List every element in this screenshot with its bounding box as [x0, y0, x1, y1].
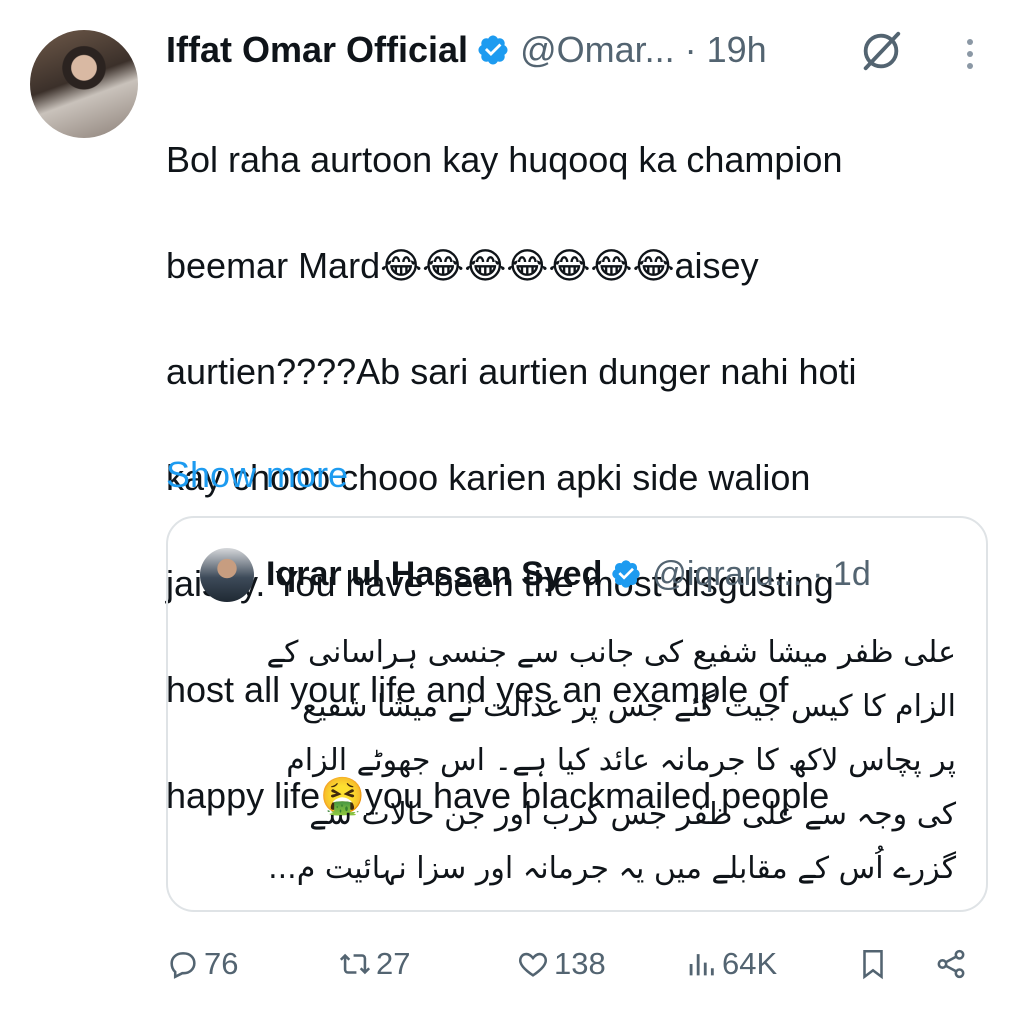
quoted-author-avatar: [200, 548, 254, 602]
like-count: 138: [554, 946, 606, 981]
views-count: 64K: [722, 946, 778, 981]
bookmark-button[interactable]: [856, 940, 890, 988]
views-button[interactable]: 64K: [684, 940, 777, 988]
quoted-text-line: کی وجہ سے علی ظفر جس کرب اور جن حالات سے: [309, 797, 956, 832]
share-icon: [937, 949, 965, 979]
tweet-text-line: beemar Mard😂😂😂😂😂😂😂aisey: [166, 245, 759, 286]
action-bar: 76 27 138 64K: [166, 940, 986, 988]
verified-badge-icon: [612, 560, 641, 588]
verified-badge-icon: [478, 35, 508, 65]
author-name[interactable]: Iffat Omar Official: [166, 29, 468, 71]
repost-button[interactable]: 27: [338, 940, 410, 988]
reply-count: 76: [204, 946, 239, 981]
quoted-text-line: گزرے اُس کے مقابلے میں یہ جرمانہ اور سزا…: [268, 851, 956, 886]
tweet-text-line: aurtien????Ab sari aurtien dunger nahi h…: [166, 351, 857, 392]
reply-icon: [170, 952, 196, 979]
show-more-link[interactable]: Show more: [166, 448, 348, 501]
quoted-text-line: علی ظفر میشا شفیع کی جانب سے جنسی ہراسان…: [266, 635, 956, 670]
tweet-text-line: Bol raha aurtoon kay huqooq ka champion: [166, 139, 843, 180]
quoted-text-line: الزام کا کیس جیت گئے جس پر عدالت نے میشا…: [302, 689, 956, 724]
quoted-author-name: Iqrar ul Hassan Syed: [266, 554, 603, 593]
reply-button[interactable]: 76: [166, 940, 238, 988]
bookmark-icon: [863, 949, 883, 980]
quoted-tweet-time: · 1d: [812, 554, 871, 593]
quoted-text-line: پر پچاس لاکھ کا جرمانہ عائد کیا ہے۔ اس ج…: [286, 743, 956, 778]
tweet-time[interactable]: · 19h: [685, 29, 767, 71]
author-handle[interactable]: @Omar...: [520, 29, 675, 71]
quoted-tweet-header: Iqrar ul Hassan Syed @iqraru... · 1d: [266, 546, 871, 602]
quoted-author-handle: @iqraru...: [652, 554, 803, 593]
grok-icon[interactable]: [858, 28, 904, 74]
share-button[interactable]: [934, 940, 968, 988]
quoted-tweet-text: علی ظفر میشا شفیع کی جانب سے جنسی ہراسان…: [196, 626, 956, 896]
repost-count: 27: [376, 946, 411, 981]
more-options-icon[interactable]: [958, 34, 982, 74]
views-icon: [689, 954, 714, 976]
author-avatar[interactable]: [30, 30, 138, 138]
repost-icon: [339, 953, 371, 975]
like-icon: [519, 952, 547, 977]
like-button[interactable]: 138: [516, 940, 606, 988]
tweet-header: Iffat Omar Official @Omar... · 19h: [166, 22, 767, 78]
quoted-tweet[interactable]: Iqrar ul Hassan Syed @iqraru... · 1d علی…: [166, 516, 988, 912]
